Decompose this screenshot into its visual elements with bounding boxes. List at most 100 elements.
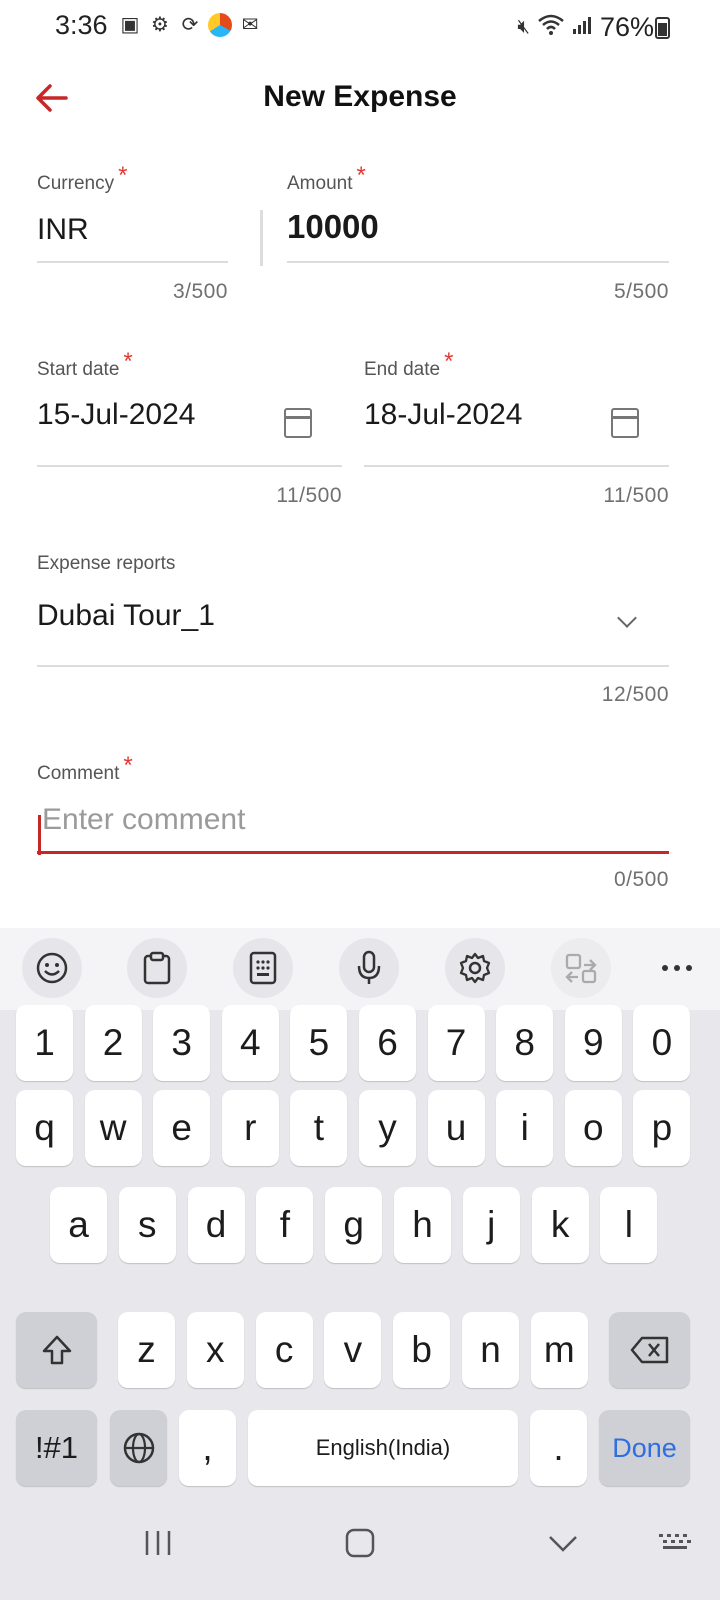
required-asterisk: * xyxy=(123,752,133,779)
letter-key[interactable]: o xyxy=(564,1090,622,1166)
start-date-field[interactable]: Start date * 15-Jul-2024 11/500 xyxy=(37,348,342,514)
chevron-down-icon[interactable] xyxy=(617,608,637,628)
currency-label: Currency * xyxy=(37,162,128,194)
start-date-label: Start date * xyxy=(37,348,133,380)
backspace-key[interactable] xyxy=(609,1312,690,1388)
gmail-icon: ✉ xyxy=(241,14,259,36)
comment-field[interactable]: Comment * Enter comment 0/500 xyxy=(37,752,669,903)
letter-key[interactable]: m xyxy=(530,1312,588,1388)
clipboard-icon[interactable] xyxy=(127,938,187,998)
letter-key[interactable]: h xyxy=(394,1187,451,1263)
calendar-icon[interactable] xyxy=(284,408,312,438)
letter-key[interactable]: v xyxy=(324,1312,382,1388)
letter-key[interactable]: i xyxy=(496,1090,554,1166)
expense-reports-value: Dubai Tour_1 xyxy=(37,599,215,632)
app-notification-icon xyxy=(208,13,232,37)
letter-key[interactable]: x xyxy=(186,1312,244,1388)
letter-key[interactable]: j xyxy=(462,1187,520,1263)
letter-key[interactable]: y xyxy=(359,1090,416,1166)
amount-field[interactable]: Amount * 10000 5/500 xyxy=(287,162,669,308)
letter-key[interactable]: a xyxy=(50,1187,107,1263)
amount-label: Amount * xyxy=(287,162,366,194)
emoji-icon[interactable] xyxy=(22,938,82,998)
space-key[interactable]: English(India) xyxy=(248,1410,518,1486)
mic-icon[interactable] xyxy=(339,938,399,998)
number-key[interactable]: 1 xyxy=(16,1005,73,1081)
comment-underline xyxy=(37,851,669,854)
letter-key[interactable]: b xyxy=(393,1312,451,1388)
number-key[interactable]: 6 xyxy=(359,1005,416,1081)
number-key[interactable]: 0 xyxy=(633,1005,691,1081)
recent-apps-button[interactable] xyxy=(143,1528,173,1567)
globe-icon xyxy=(123,1432,154,1464)
amount-value: 10000 xyxy=(287,208,379,245)
letter-key[interactable]: w xyxy=(84,1090,142,1166)
number-key[interactable]: 3 xyxy=(153,1005,211,1081)
amount-counter: 5/500 xyxy=(613,280,669,303)
letter-key[interactable]: t xyxy=(290,1090,348,1166)
text-cursor xyxy=(38,815,41,855)
settings-icon[interactable] xyxy=(445,938,505,998)
number-key[interactable]: 4 xyxy=(221,1005,279,1081)
letter-key[interactable]: p xyxy=(633,1090,691,1166)
app-bar: New Expense xyxy=(0,62,720,134)
letter-key[interactable]: f xyxy=(256,1187,314,1263)
letter-key[interactable]: l xyxy=(600,1187,658,1263)
letter-key[interactable]: r xyxy=(221,1090,279,1166)
letter-key[interactable]: g xyxy=(325,1187,383,1263)
status-bar: 3:36 ▣ ⚙ ⟳ ✉ 🔇︎ 76% xyxy=(0,0,720,52)
currency-underline xyxy=(37,261,228,263)
letter-key[interactable]: e xyxy=(153,1090,211,1166)
settings-notification-icon: ⚙ xyxy=(151,14,169,36)
end-date-label: End date * xyxy=(364,348,454,380)
letter-key[interactable]: k xyxy=(531,1187,589,1263)
letter-key[interactable]: c xyxy=(255,1312,313,1388)
translate-icon[interactable] xyxy=(551,938,611,998)
letter-key[interactable]: s xyxy=(118,1187,176,1263)
keyboard-toolbar xyxy=(0,928,720,1010)
keypad-icon[interactable] xyxy=(233,938,293,998)
number-key[interactable]: 5 xyxy=(290,1005,348,1081)
period-key[interactable]: . xyxy=(530,1410,587,1486)
number-key[interactable]: 7 xyxy=(427,1005,485,1081)
navigation-bar xyxy=(0,1500,720,1600)
amount-underline xyxy=(287,261,669,263)
wifi-icon xyxy=(538,14,564,42)
comma-key[interactable]: , xyxy=(179,1410,236,1486)
shift-key[interactable] xyxy=(16,1312,97,1388)
letter-key[interactable]: q xyxy=(16,1090,73,1166)
comment-input[interactable]: Enter comment xyxy=(42,803,245,837)
currency-field[interactable]: Currency * INR 3/500 xyxy=(37,162,228,308)
number-key[interactable]: 9 xyxy=(564,1005,622,1081)
letter-key[interactable]: d xyxy=(187,1187,245,1263)
number-key[interactable]: 8 xyxy=(496,1005,554,1081)
symbols-key[interactable]: !#1 xyxy=(16,1410,97,1486)
page-title: New Expense xyxy=(263,80,457,113)
mute-icon: 🔇︎ xyxy=(517,16,530,38)
required-asterisk: * xyxy=(123,348,133,375)
letter-key[interactable]: z xyxy=(118,1312,175,1388)
backspace-icon xyxy=(630,1336,668,1364)
currency-value: INR xyxy=(37,213,89,246)
home-button[interactable] xyxy=(345,1528,375,1567)
battery-icon xyxy=(655,17,670,39)
shift-icon xyxy=(42,1335,71,1365)
expense-reports-underline xyxy=(37,665,669,667)
expense-reports-label: Expense reports xyxy=(37,553,176,574)
more-icon[interactable] xyxy=(647,938,707,998)
done-key[interactable]: Done xyxy=(599,1410,690,1486)
keyboard-switch-button[interactable] xyxy=(657,1528,693,1567)
language-key[interactable] xyxy=(110,1410,167,1486)
letter-key[interactable]: n xyxy=(462,1312,519,1388)
number-key[interactable]: 2 xyxy=(84,1005,142,1081)
letter-key[interactable]: u xyxy=(427,1090,485,1166)
calendar-icon[interactable] xyxy=(611,408,639,438)
home-icon xyxy=(345,1528,375,1558)
hide-keyboard-button[interactable] xyxy=(547,1528,579,1567)
battery-percentage: 76% xyxy=(599,12,654,42)
keyboard-icon xyxy=(659,1534,691,1549)
expense-reports-dropdown[interactable]: Expense reports Dubai Tour_1 12/500 xyxy=(37,553,669,713)
required-asterisk: * xyxy=(118,162,128,189)
end-date-field[interactable]: End date * 18-Jul-2024 11/500 xyxy=(364,348,669,514)
sync-icon: ⟳ xyxy=(181,14,199,36)
